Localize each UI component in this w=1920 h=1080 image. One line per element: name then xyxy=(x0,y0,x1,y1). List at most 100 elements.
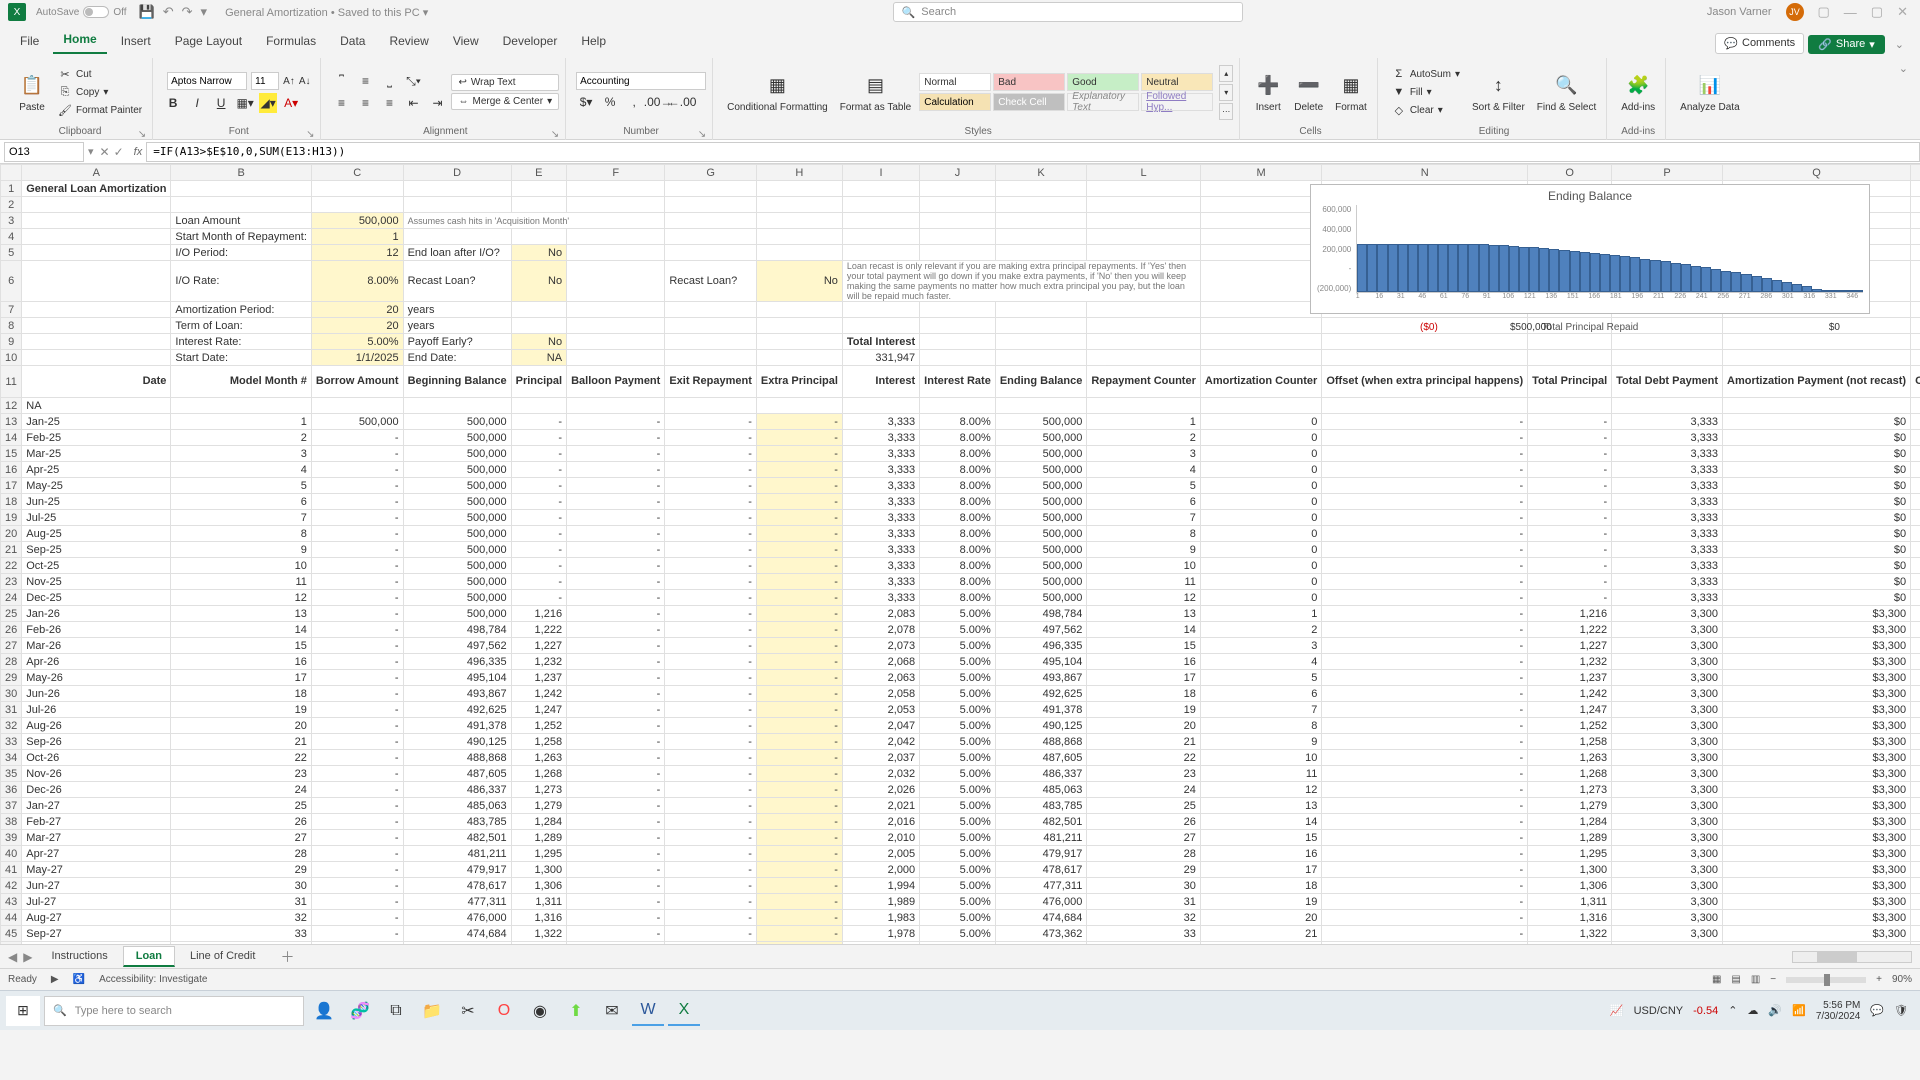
data-cell[interactable]: - xyxy=(665,462,757,478)
data-cell[interactable]: - xyxy=(311,830,403,846)
data-cell[interactable]: 3,300 xyxy=(1612,846,1723,862)
data-cell[interactable]: 26 xyxy=(171,814,311,830)
col-header-Q[interactable]: Q xyxy=(1723,165,1911,181)
data-cell[interactable]: - xyxy=(756,462,842,478)
gallery-more-icon[interactable]: ⋯ xyxy=(1219,103,1233,120)
data-cell[interactable]: 3,300 xyxy=(1612,798,1723,814)
data-cell[interactable]: - xyxy=(1322,814,1528,830)
data-cell[interactable]: Jun-26 xyxy=(22,686,171,702)
data-cell[interactable]: 485,063 xyxy=(403,798,511,814)
data-cell[interactable]: - xyxy=(567,926,665,942)
data-cell[interactable]: $0 xyxy=(1723,414,1911,430)
data-cell[interactable]: - xyxy=(1322,734,1528,750)
data-cell[interactable]: - xyxy=(1322,782,1528,798)
cell[interactable] xyxy=(403,398,511,414)
row-header[interactable]: 43 xyxy=(1,894,22,910)
cell[interactable] xyxy=(1087,245,1201,261)
data-cell[interactable]: 2,010 xyxy=(842,830,919,846)
data-cell[interactable]: 2,037 xyxy=(842,750,919,766)
data-cell[interactable]: 3,333 xyxy=(1612,446,1723,462)
data-cell[interactable]: 21 xyxy=(171,734,311,750)
col-header-A[interactable]: A xyxy=(22,165,171,181)
data-cell[interactable]: $0 xyxy=(1911,510,1920,526)
row-header[interactable]: 44 xyxy=(1,910,22,926)
data-cell[interactable]: - xyxy=(1322,878,1528,894)
data-cell[interactable]: Oct-27 xyxy=(22,942,171,945)
data-cell[interactable]: 500,000 xyxy=(403,590,511,606)
data-cell[interactable]: - xyxy=(665,830,757,846)
data-cell[interactable]: 33 xyxy=(171,926,311,942)
cell[interactable] xyxy=(311,181,403,197)
data-cell[interactable]: 3,333 xyxy=(1612,526,1723,542)
cell[interactable] xyxy=(920,334,996,350)
input-label[interactable]: Term of Loan: xyxy=(171,318,311,334)
data-cell[interactable]: - xyxy=(1322,606,1528,622)
data-cell[interactable]: - xyxy=(1322,446,1528,462)
comma-format-icon[interactable]: , xyxy=(624,92,644,112)
data-cell[interactable]: Oct-26 xyxy=(22,750,171,766)
data-cell[interactable]: - xyxy=(1528,414,1612,430)
row-header[interactable]: 19 xyxy=(1,510,22,526)
data-cell[interactable]: 2,047 xyxy=(842,718,919,734)
cell[interactable] xyxy=(920,302,996,318)
data-cell[interactable]: - xyxy=(311,526,403,542)
row-header[interactable]: 21 xyxy=(1,542,22,558)
row-header[interactable]: 37 xyxy=(1,798,22,814)
data-cell[interactable]: 34 xyxy=(171,942,311,945)
data-cell[interactable]: 5.00% xyxy=(920,942,996,945)
data-cell[interactable]: - xyxy=(756,446,842,462)
data-cell[interactable]: - xyxy=(311,894,403,910)
cell[interactable] xyxy=(567,181,665,197)
collapse-ribbon-button[interactable]: ⌄ xyxy=(1895,58,1912,79)
data-cell[interactable]: 30 xyxy=(171,878,311,894)
data-cell[interactable]: 5.00% xyxy=(920,830,996,846)
data-cell[interactable]: - xyxy=(756,814,842,830)
data-cell[interactable]: $3,300 xyxy=(1723,846,1911,862)
data-cell[interactable]: 1,327 xyxy=(511,942,566,945)
col-header-N[interactable]: N xyxy=(1322,165,1528,181)
data-cell[interactable]: $3,300 xyxy=(1723,606,1911,622)
data-cell[interactable]: 2,000 xyxy=(842,862,919,878)
data-cell[interactable]: 23 xyxy=(1087,766,1201,782)
upwork-icon[interactable]: ⬆ xyxy=(560,996,592,1026)
data-cell[interactable]: $0 xyxy=(1911,622,1920,638)
data-cell[interactable]: - xyxy=(311,750,403,766)
data-cell[interactable]: - xyxy=(511,494,566,510)
cell[interactable] xyxy=(1087,398,1201,414)
cell[interactable] xyxy=(756,334,842,350)
orientation-icon[interactable]: ⤡▾ xyxy=(403,71,423,91)
data-cell[interactable]: - xyxy=(1528,574,1612,590)
gallery-up-icon[interactable]: ▴ xyxy=(1219,65,1233,82)
data-cell[interactable]: 32 xyxy=(1087,910,1201,926)
data-cell[interactable]: 500,000 xyxy=(995,478,1087,494)
data-cell[interactable]: 1,295 xyxy=(1528,846,1612,862)
sort-filter-button[interactable]: ↕Sort & Filter xyxy=(1468,70,1529,115)
data-cell[interactable]: - xyxy=(311,654,403,670)
data-cell[interactable]: 5.00% xyxy=(920,638,996,654)
cell[interactable] xyxy=(1200,229,1321,245)
data-cell[interactable]: 19 xyxy=(1200,894,1321,910)
data-cell[interactable]: 0 xyxy=(1200,542,1321,558)
data-cell[interactable]: $0 xyxy=(1911,462,1920,478)
cell[interactable] xyxy=(665,197,757,213)
data-cell[interactable]: Aug-25 xyxy=(22,526,171,542)
add-sheet-button[interactable]: ＋ xyxy=(274,947,300,967)
data-cell[interactable]: 500,000 xyxy=(995,446,1087,462)
input-label[interactable]: Loan Amount xyxy=(171,213,311,229)
data-cell[interactable]: 5.00% xyxy=(920,734,996,750)
data-cell[interactable]: - xyxy=(567,462,665,478)
data-cell[interactable]: 4 xyxy=(171,462,311,478)
data-cell[interactable]: - xyxy=(665,542,757,558)
view-page-layout-icon[interactable]: ▤ xyxy=(1731,974,1740,985)
data-cell[interactable]: 5.00% xyxy=(920,814,996,830)
tab-file[interactable]: File xyxy=(10,28,49,54)
wifi-icon[interactable]: 📶 xyxy=(1792,1004,1806,1017)
row-header[interactable]: 3 xyxy=(1,213,22,229)
data-cell[interactable]: 1,222 xyxy=(1528,622,1612,638)
data-cell[interactable]: 1,316 xyxy=(511,910,566,926)
data-cell[interactable]: 7 xyxy=(171,510,311,526)
data-cell[interactable]: 19 xyxy=(1087,702,1201,718)
cell[interactable] xyxy=(1200,245,1321,261)
data-cell[interactable]: - xyxy=(1322,462,1528,478)
col-header-O[interactable]: O xyxy=(1528,165,1612,181)
